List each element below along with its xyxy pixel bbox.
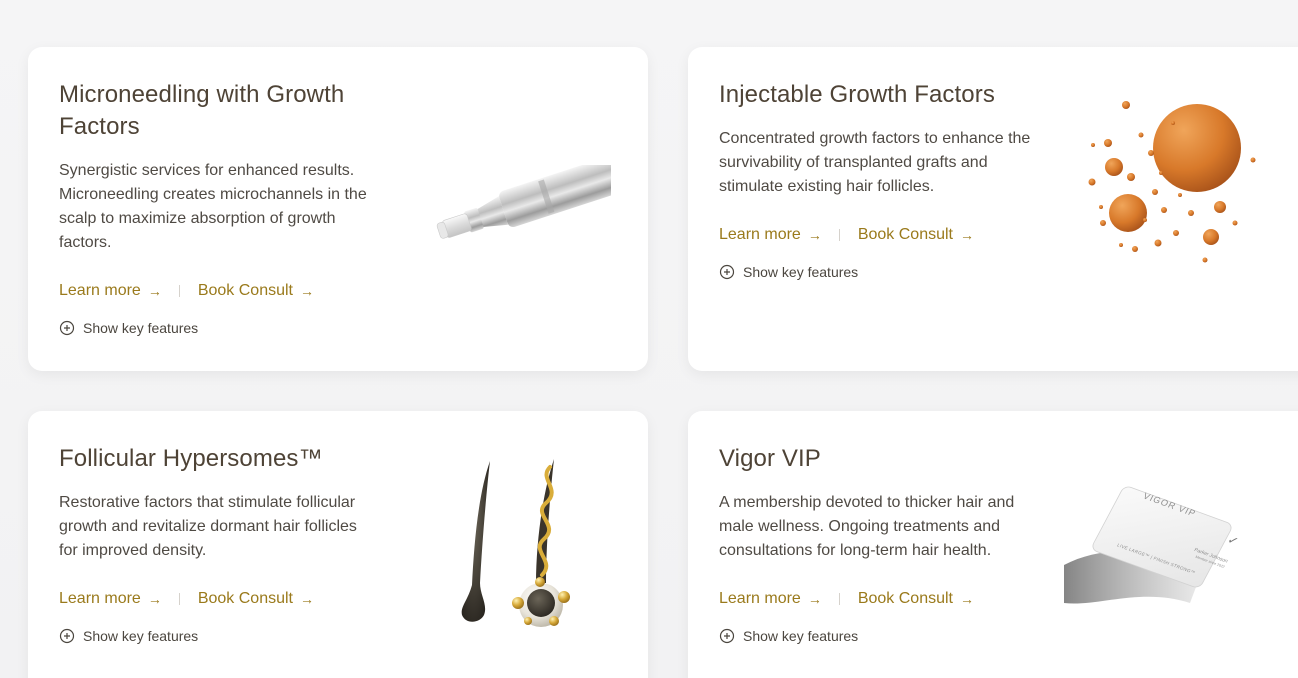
book-consult-label: Book Consult	[197, 590, 293, 607]
card-description: Synergistic services for enhanced result…	[59, 162, 367, 251]
show-key-features-toggle[interactable]: Show key features	[719, 628, 858, 644]
card-actions: Learn more → Book Consult →	[59, 587, 314, 611]
plus-circle-icon	[719, 628, 735, 644]
learn-more-link[interactable]: Learn more →	[59, 282, 162, 300]
plus-circle-icon	[59, 320, 75, 336]
divider	[838, 593, 840, 605]
book-consult-label: Book Consult	[857, 590, 953, 607]
treatments-page: Microneedling with Growth Factors Synerg…	[0, 0, 1298, 678]
card-title: Vigor VIP	[719, 445, 821, 472]
card-description: Concentrated growth factors to enhance t…	[719, 130, 1031, 195]
card-actions: Learn more → Book Consult →	[59, 279, 314, 303]
plus-circle-icon	[59, 628, 75, 644]
learn-more-link[interactable]: Learn more →	[719, 590, 822, 608]
hair-follicle-image	[450, 455, 580, 627]
show-key-features-toggle[interactable]: Show key features	[59, 628, 198, 644]
book-consult-link[interactable]: Book Consult →	[858, 590, 974, 608]
learn-more-link[interactable]: Learn more →	[59, 590, 162, 608]
card-description: A membership devoted to thicker hair and…	[719, 494, 1015, 559]
arrow-right-icon: →	[807, 227, 822, 243]
show-key-features-label: Show key features	[743, 264, 859, 280]
show-key-features-toggle[interactable]: Show key features	[719, 264, 858, 280]
book-consult-link[interactable]: Book Consult →	[198, 282, 314, 300]
card-actions: Learn more → Book Consult →	[719, 223, 974, 247]
arrow-right-icon: →	[147, 283, 162, 299]
book-consult-link[interactable]: Book Consult →	[858, 226, 974, 244]
card-tagline: LIVE LARGE™ | FINISH STRONG™	[1116, 542, 1197, 576]
book-consult-link[interactable]: Book Consult →	[198, 590, 314, 608]
divider	[178, 593, 180, 605]
checkmark-icon: ✓	[1224, 532, 1242, 549]
arrow-right-icon: →	[300, 283, 314, 299]
show-key-features-label: Show key features	[83, 628, 199, 644]
card-title: Injectable Growth Factors	[719, 81, 995, 108]
plus-circle-icon	[719, 264, 735, 280]
card-actions: Learn more → Book Consult →	[719, 587, 974, 611]
show-key-features-toggle[interactable]: Show key features	[59, 320, 198, 336]
learn-more-label: Learn more	[719, 590, 801, 607]
microneedling-pen-image	[426, 156, 622, 255]
card-description: Restorative factors that stimulate folli…	[59, 494, 357, 559]
show-key-features-label: Show key features	[83, 320, 199, 336]
treatment-card-vigor-vip: Vigor VIP A membership devoted to thicke…	[688, 411, 1298, 678]
divider	[178, 285, 180, 297]
learn-more-label: Learn more	[719, 226, 801, 243]
membership-card-image: VIGOR VIP ✓ Parker Johnson Member since …	[1062, 475, 1252, 615]
book-consult-label: Book Consult	[197, 282, 293, 299]
learn-more-label: Learn more	[59, 590, 141, 607]
arrow-right-icon: →	[960, 227, 974, 243]
arrow-right-icon: →	[147, 591, 162, 607]
divider	[838, 229, 840, 241]
arrow-right-icon: →	[300, 591, 314, 607]
show-key-features-label: Show key features	[743, 628, 859, 644]
treatment-card-injectable: Injectable Growth Factors Concentrated g…	[688, 47, 1298, 371]
treatment-card-microneedling: Microneedling with Growth Factors Synerg…	[28, 47, 648, 371]
treatment-card-hypersomes: Follicular Hypersomes™ Restorative facto…	[28, 411, 648, 678]
card-title: Microneedling with Growth Factors	[59, 81, 345, 140]
learn-more-label: Learn more	[59, 282, 141, 299]
card-title: Follicular Hypersomes™	[59, 445, 323, 472]
learn-more-link[interactable]: Learn more →	[719, 226, 822, 244]
arrow-right-icon: →	[960, 591, 974, 607]
arrow-right-icon: →	[807, 591, 822, 607]
growth-factor-spheres-image	[1083, 95, 1263, 265]
book-consult-label: Book Consult	[857, 226, 953, 243]
